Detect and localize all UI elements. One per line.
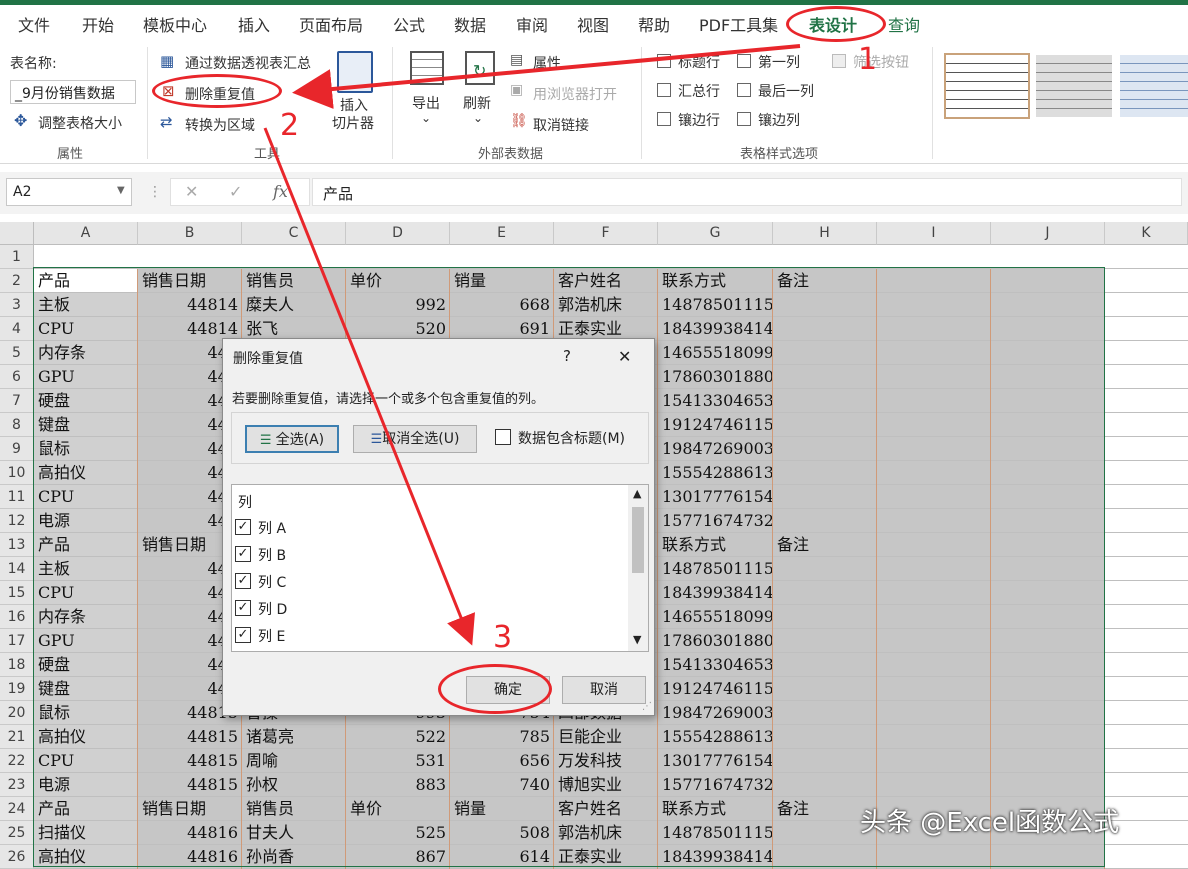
highlight-remove-duplicates (152, 74, 282, 108)
highlight-ok (438, 664, 552, 714)
step-3-number: 3 (493, 620, 513, 655)
arrow-1 (292, 44, 801, 109)
step-2-number: 2 (280, 108, 300, 143)
watermark: 头条 @Excel函数公式 (860, 808, 1120, 838)
arrow-2 (263, 127, 476, 646)
annotation-overlay (263, 44, 801, 646)
step-1-number: 1 (858, 42, 878, 77)
highlight-table-design (786, 6, 886, 42)
